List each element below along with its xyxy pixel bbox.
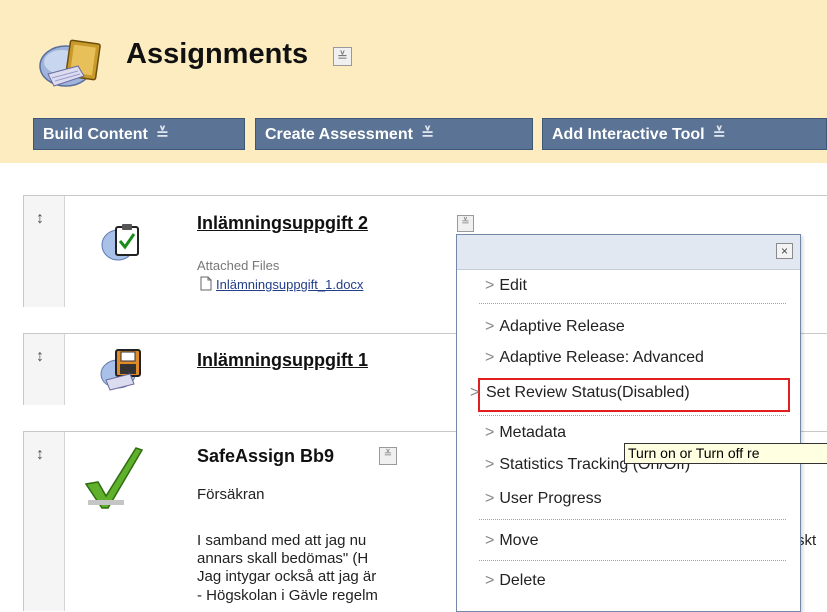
create-assessment-button[interactable]: Create Assessment ≚ <box>255 118 533 150</box>
item-menu-chevron-icon[interactable]: ≚ <box>457 215 474 232</box>
title-menu-chevron-icon[interactable]: ≚ <box>333 47 352 66</box>
set-review-status-highlight: Set Review Status(Disabled) <box>478 378 790 412</box>
item-body-line: - Högskolan i Gävle regelm <box>197 587 378 604</box>
floppy-disk-icon <box>100 346 146 397</box>
drag-handle-icon[interactable]: ↕ <box>36 446 44 464</box>
item-subtitle: Försäkran <box>197 486 265 503</box>
arrow-right-icon: > <box>485 490 495 507</box>
page-title: Assignments <box>126 38 309 70</box>
create-assessment-label: Create Assessment <box>265 126 413 143</box>
menu-item-move[interactable]: > Move <box>485 532 538 550</box>
assignment-clipboard-icon <box>100 221 144 270</box>
content-toolbar: Build Content ≚ Create Assessment ≚ Add In… <box>33 118 827 150</box>
green-checkmark-icon <box>84 444 144 515</box>
arrow-right-icon: > <box>485 532 495 549</box>
menu-item-edit[interactable]: > Edit <box>485 277 527 295</box>
arrow-right-icon: > <box>485 349 495 366</box>
build-content-label: Build Content <box>43 126 148 143</box>
arrow-right-icon: > <box>485 572 495 589</box>
menu-item-user-progress[interactable]: > User Progress <box>485 490 602 508</box>
drag-handle-icon[interactable]: ↕ <box>36 210 44 228</box>
arrow-right-icon: > <box>485 318 495 335</box>
close-icon[interactable]: × <box>776 243 793 259</box>
arrow-right-icon: > <box>485 456 495 473</box>
item-menu-chevron-icon[interactable]: ≚ <box>379 447 397 465</box>
assignments-folder-icon <box>38 36 104 90</box>
item-body-line: annars skall bedömas" (H <box>197 550 369 567</box>
item-context-menu: × > Edit > Adaptive Release > Adaptive Rele… <box>456 234 801 612</box>
menu-item-adaptive-release[interactable]: > Adaptive Release <box>485 318 625 336</box>
item-title-link[interactable]: Inlämningsuppgift 1 <box>197 350 368 371</box>
attached-file-link[interactable]: Inlämningsuppgift_1.docx <box>216 277 363 292</box>
build-content-button[interactable]: Build Content ≚ <box>33 118 245 150</box>
item-title-link[interactable]: Inlämningsuppgift 2 <box>197 213 368 234</box>
menu-item-set-review-status[interactable]: Set Review Status(Disabled) <box>486 384 690 402</box>
item-title: SafeAssign Bb9 <box>197 446 335 466</box>
menu-item-adaptive-release-advanced[interactable]: > Adaptive Release: Advanced <box>485 349 704 367</box>
chevron-down-icon: ≚ <box>420 126 435 143</box>
add-interactive-tool-label: Add Interactive Tool <box>552 126 705 143</box>
item-body-line: Jag intygar också att jag är <box>197 568 377 585</box>
menu-item-metadata[interactable]: > Metadata <box>485 424 566 442</box>
document-icon <box>200 276 212 296</box>
chevron-down-icon: ≚ <box>712 126 727 143</box>
attached-files-label: Attached Files <box>197 258 280 273</box>
arrow-right-icon: > <box>470 384 480 401</box>
drag-handle-icon[interactable]: ↕ <box>36 348 44 366</box>
arrow-right-icon: > <box>485 424 495 441</box>
chevron-down-icon: ≚ <box>155 126 170 143</box>
page-header: Assignments ≚ Build Content ≚ Create Asse… <box>0 0 827 163</box>
arrow-right-icon: > <box>485 277 495 294</box>
tooltip: Turn on or Turn off re <box>624 443 827 464</box>
add-interactive-tool-button[interactable]: Add Interactive Tool ≚ <box>542 118 827 150</box>
menu-item-delete[interactable]: > Delete <box>485 572 546 590</box>
item-body-line: I samband med att jag nu <box>197 532 367 549</box>
